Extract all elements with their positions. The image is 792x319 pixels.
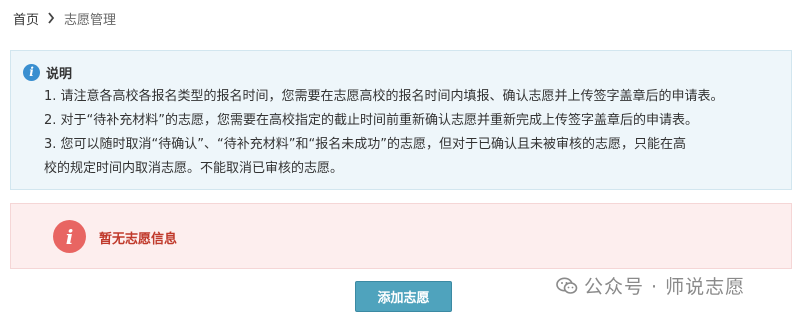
page: 首页 志愿管理 i 说明 1. 请注意各高校各报名类型的报名时间，您需要在志愿高… — [0, 0, 792, 319]
notice-header: i 说明 — [23, 63, 72, 82]
wechat-icon — [556, 277, 578, 294]
notice-title: 说明 — [46, 67, 73, 82]
chevron-right-icon — [48, 12, 55, 24]
notice-line: 3. 您可以随时取消“待确认”、“待补充材料”和“报名未成功”的志愿，但对于已确… — [44, 137, 686, 152]
notice-line: 1. 请注意各高校各报名类型的报名时间，您需要在志愿高校的报名时间内填报、确认志… — [44, 89, 724, 104]
add-volunteer-button[interactable]: 添加志愿 — [355, 281, 452, 312]
breadcrumb-home-link[interactable]: 首页 — [13, 9, 39, 28]
breadcrumb: 首页 志愿管理 — [13, 8, 116, 28]
breadcrumb-current: 志愿管理 — [64, 12, 117, 28]
empty-message: 暂无志愿信息 — [99, 232, 178, 247]
notice-lines: 1. 请注意各高校各报名类型的报名时间，您需要在志愿高校的报名时间内填报、确认志… — [44, 85, 781, 181]
notice-line: 2. 对于“待补充材料”的志愿，您需要在高校指定的截止时间前重新确认志愿并重新完… — [44, 113, 699, 128]
empty-state: i 暂无志愿信息 — [10, 203, 792, 269]
alert-info-icon: i — [53, 220, 86, 253]
watermark: 公众号 · 师说志愿 — [556, 272, 745, 299]
watermark-text: 公众号 · 师说志愿 — [584, 276, 746, 298]
notice-line: 校的规定时间内取消志愿。不能取消已审核的志愿。 — [44, 161, 344, 176]
info-icon: i — [23, 64, 40, 81]
notice-box: i 说明 1. 请注意各高校各报名类型的报名时间，您需要在志愿高校的报名时间内填… — [10, 50, 792, 190]
